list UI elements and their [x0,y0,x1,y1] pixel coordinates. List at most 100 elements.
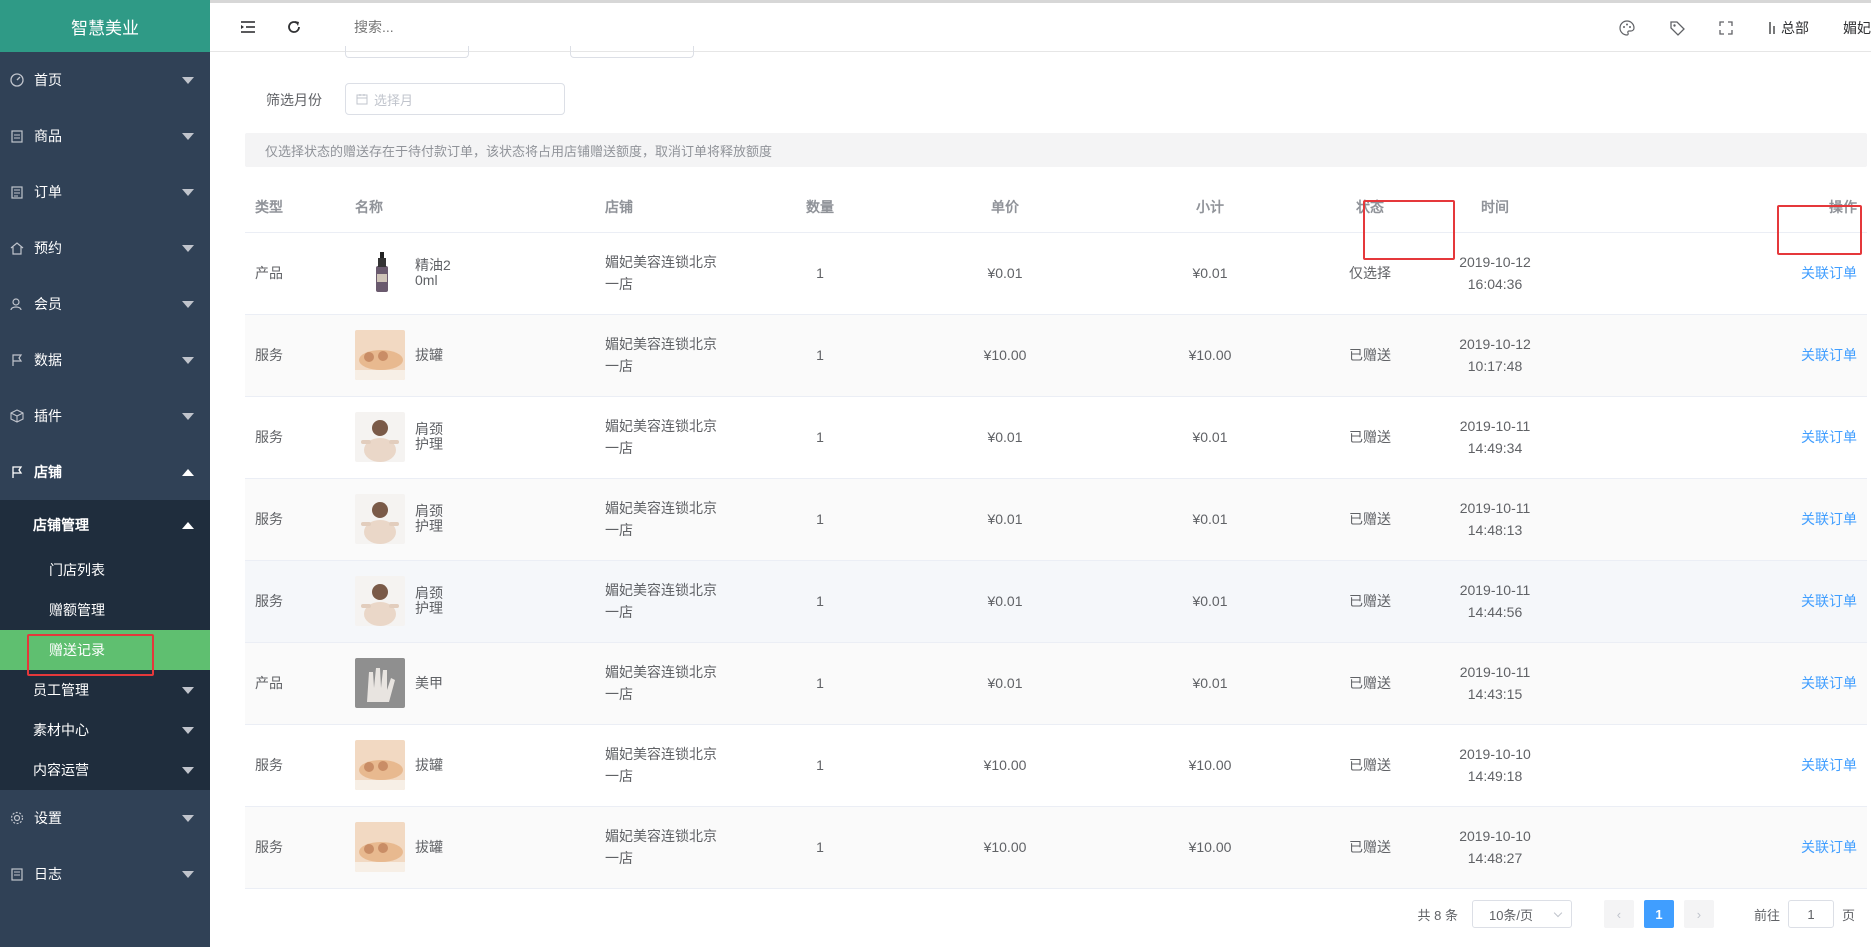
chevron-down-icon [182,767,194,774]
item-name: 精油20ml [415,257,451,288]
next-page-button[interactable]: › [1683,900,1714,928]
name-cell: 肩颈护理 [355,576,595,626]
chevron-down-icon [182,815,194,822]
sidebar-item-label: 数据 [34,352,62,368]
sidebar-item-orders[interactable]: 订单 [0,164,210,220]
user-name: 媚妃 [1843,19,1871,36]
table-row: 服务 拔罐 媚妃美容连锁北京一店 1 ¥10.00 ¥10.00 已赠送 2019-10-10… [245,806,1867,889]
sidebar-item-content-ops[interactable]: 内容运营 [0,750,210,790]
goto-page-input[interactable] [1787,900,1834,928]
name-cell: 拔罐 [355,822,595,872]
cell-price: ¥10.00 [895,314,1115,397]
cell-name: 肩颈护理 [345,396,595,479]
sidebar-item-label: 预约 [34,240,62,256]
cell-type: 服务 [245,478,345,561]
page-number-button[interactable]: 1 [1643,900,1674,928]
user-menu[interactable]: 媚妃 [1843,18,1871,38]
chevron-left-icon: ‹ [1616,906,1622,922]
time-text: 14:44:56 [1467,604,1523,620]
time-text: 14:49:34 [1467,440,1523,456]
order-icon [9,184,25,200]
menu-fold-icon[interactable] [238,17,258,37]
item-name: 肩颈护理 [415,503,443,534]
sidebar-item-staff[interactable]: 员工管理 [0,670,210,710]
table-row: 服务 拔罐 媚妃美容连锁北京一店 1 ¥10.00 ¥10.00 已赠送 2019-10-12… [245,314,1867,397]
table-row: 服务 肩颈护理 媚妃美容连锁北京一店 1 ¥0.01 ¥0.01 已赠送 2019-10-11… [245,560,1867,643]
cell-price: ¥0.01 [895,396,1115,479]
cell-name: 美甲 [345,642,595,725]
related-order-link[interactable]: 关联订单 [1801,839,1857,855]
sidebar-item-goods[interactable]: 商品 [0,108,210,164]
sidebar-item-label: 赠额管理 [49,602,105,618]
sidebar-item-gift-records[interactable]: 赠送记录 [0,630,210,670]
chevron-down-icon [182,413,194,420]
sidebar-item-materials[interactable]: 素材中心 [0,710,210,750]
date-text: 2019-10-12 [1459,336,1531,352]
name-cell: 美甲 [355,658,595,708]
cell-status: 已赠送 [1305,806,1435,889]
name-cell: 肩颈护理 [355,412,595,462]
sidebar-item-store-list[interactable]: 门店列表 [0,550,210,590]
month-filter-label: 筛选月份 [266,92,322,108]
sidebar-item-plugins[interactable]: 插件 [0,388,210,444]
related-order-link[interactable]: 关联订单 [1801,265,1857,281]
cell-subtotal: ¥0.01 [1115,478,1305,561]
cell-name: 拔罐 [345,314,595,397]
item-name: 肩颈护理 [415,421,443,452]
sidebar-item-label: 会员 [34,296,62,312]
sidebar-item-label: 员工管理 [33,682,89,698]
fullscreen-icon[interactable] [1719,20,1733,35]
palette-icon[interactable] [1619,19,1635,36]
related-order-link[interactable]: 关联订单 [1801,757,1857,773]
branch-label: 总部 [1781,19,1809,36]
cell-store: 媚妃美容连锁北京一店 [595,478,745,561]
cell-price: ¥0.01 [895,642,1115,725]
sidebar-item-settings[interactable]: 设置 [0,790,210,846]
date-text: 2019-10-12 [1459,254,1531,270]
name-cell: 肩颈护理 [355,494,595,544]
filter-input-partial[interactable] [570,46,694,58]
date-text: 2019-10-11 [1459,664,1531,680]
search-input[interactable] [354,19,554,35]
related-order-link[interactable]: 关联订单 [1801,429,1857,445]
sidebar-item-booking[interactable]: 预约 [0,220,210,276]
cell-subtotal: ¥0.01 [1115,560,1305,643]
sidebar-item-gift-quota[interactable]: 赠额管理 [0,590,210,630]
date-text: 2019-10-10 [1459,828,1531,844]
related-order-link[interactable]: 关联订单 [1801,593,1857,609]
top-navbar: 总部 媚妃 [210,0,1871,52]
sidebar-item-store-manage[interactable]: 店铺管理 [0,500,210,550]
sidebar-item-data[interactable]: 数据 [0,332,210,388]
related-order-link[interactable]: 关联订单 [1801,511,1857,527]
cell-price: ¥10.00 [895,806,1115,889]
table-header-row: 类型 名称 店铺 数量 单价 小计 状态 时间 操作 [245,182,1867,233]
sidebar-item-members[interactable]: 会员 [0,276,210,332]
chevron-down-icon [1553,908,1563,918]
pagination: 共 8 条 10条/页 ‹ 1 › 前往 页 [1418,898,1855,930]
sidebar-item-logs[interactable]: 日志 [0,846,210,902]
date-text: 2019-10-11 [1459,582,1531,598]
cell-time: 2019-10-11 14:49:34 [1435,396,1555,479]
name-cell: 精油20ml [355,248,595,298]
related-order-link[interactable]: 关联订单 [1801,347,1857,363]
refresh-icon[interactable] [284,17,304,37]
flag-icon [9,352,25,368]
filter-input-partial[interactable] [345,46,469,58]
page-size-select[interactable]: 10条/页 [1471,900,1572,928]
goto-page: 前往 页 [1754,900,1855,928]
month-picker[interactable]: 选择月 [345,83,565,115]
cell-name: 肩颈护理 [345,560,595,643]
table-row: 产品 精油20ml 媚妃美容连锁北京一店 1 ¥0.01 ¥0.01 仅选择 2019-10-… [245,232,1867,315]
sidebar-item-label: 店铺 [34,464,62,480]
cell-status: 已赠送 [1305,724,1435,807]
tag-icon[interactable] [1669,20,1685,36]
branch-switch[interactable]: 总部 [1767,18,1809,38]
sidebar-item-home[interactable]: 首页 [0,52,210,108]
cell-subtotal: ¥0.01 [1115,396,1305,479]
related-order-link[interactable]: 关联订单 [1801,675,1857,691]
table-row: 服务 拔罐 媚妃美容连锁北京一店 1 ¥10.00 ¥10.00 已赠送 2019-10-10… [245,724,1867,807]
sidebar-item-store[interactable]: 店铺 [0,444,210,500]
cell-action: 关联订单 [1555,724,1867,807]
cell-action: 关联订单 [1555,642,1867,725]
prev-page-button[interactable]: ‹ [1603,900,1634,928]
